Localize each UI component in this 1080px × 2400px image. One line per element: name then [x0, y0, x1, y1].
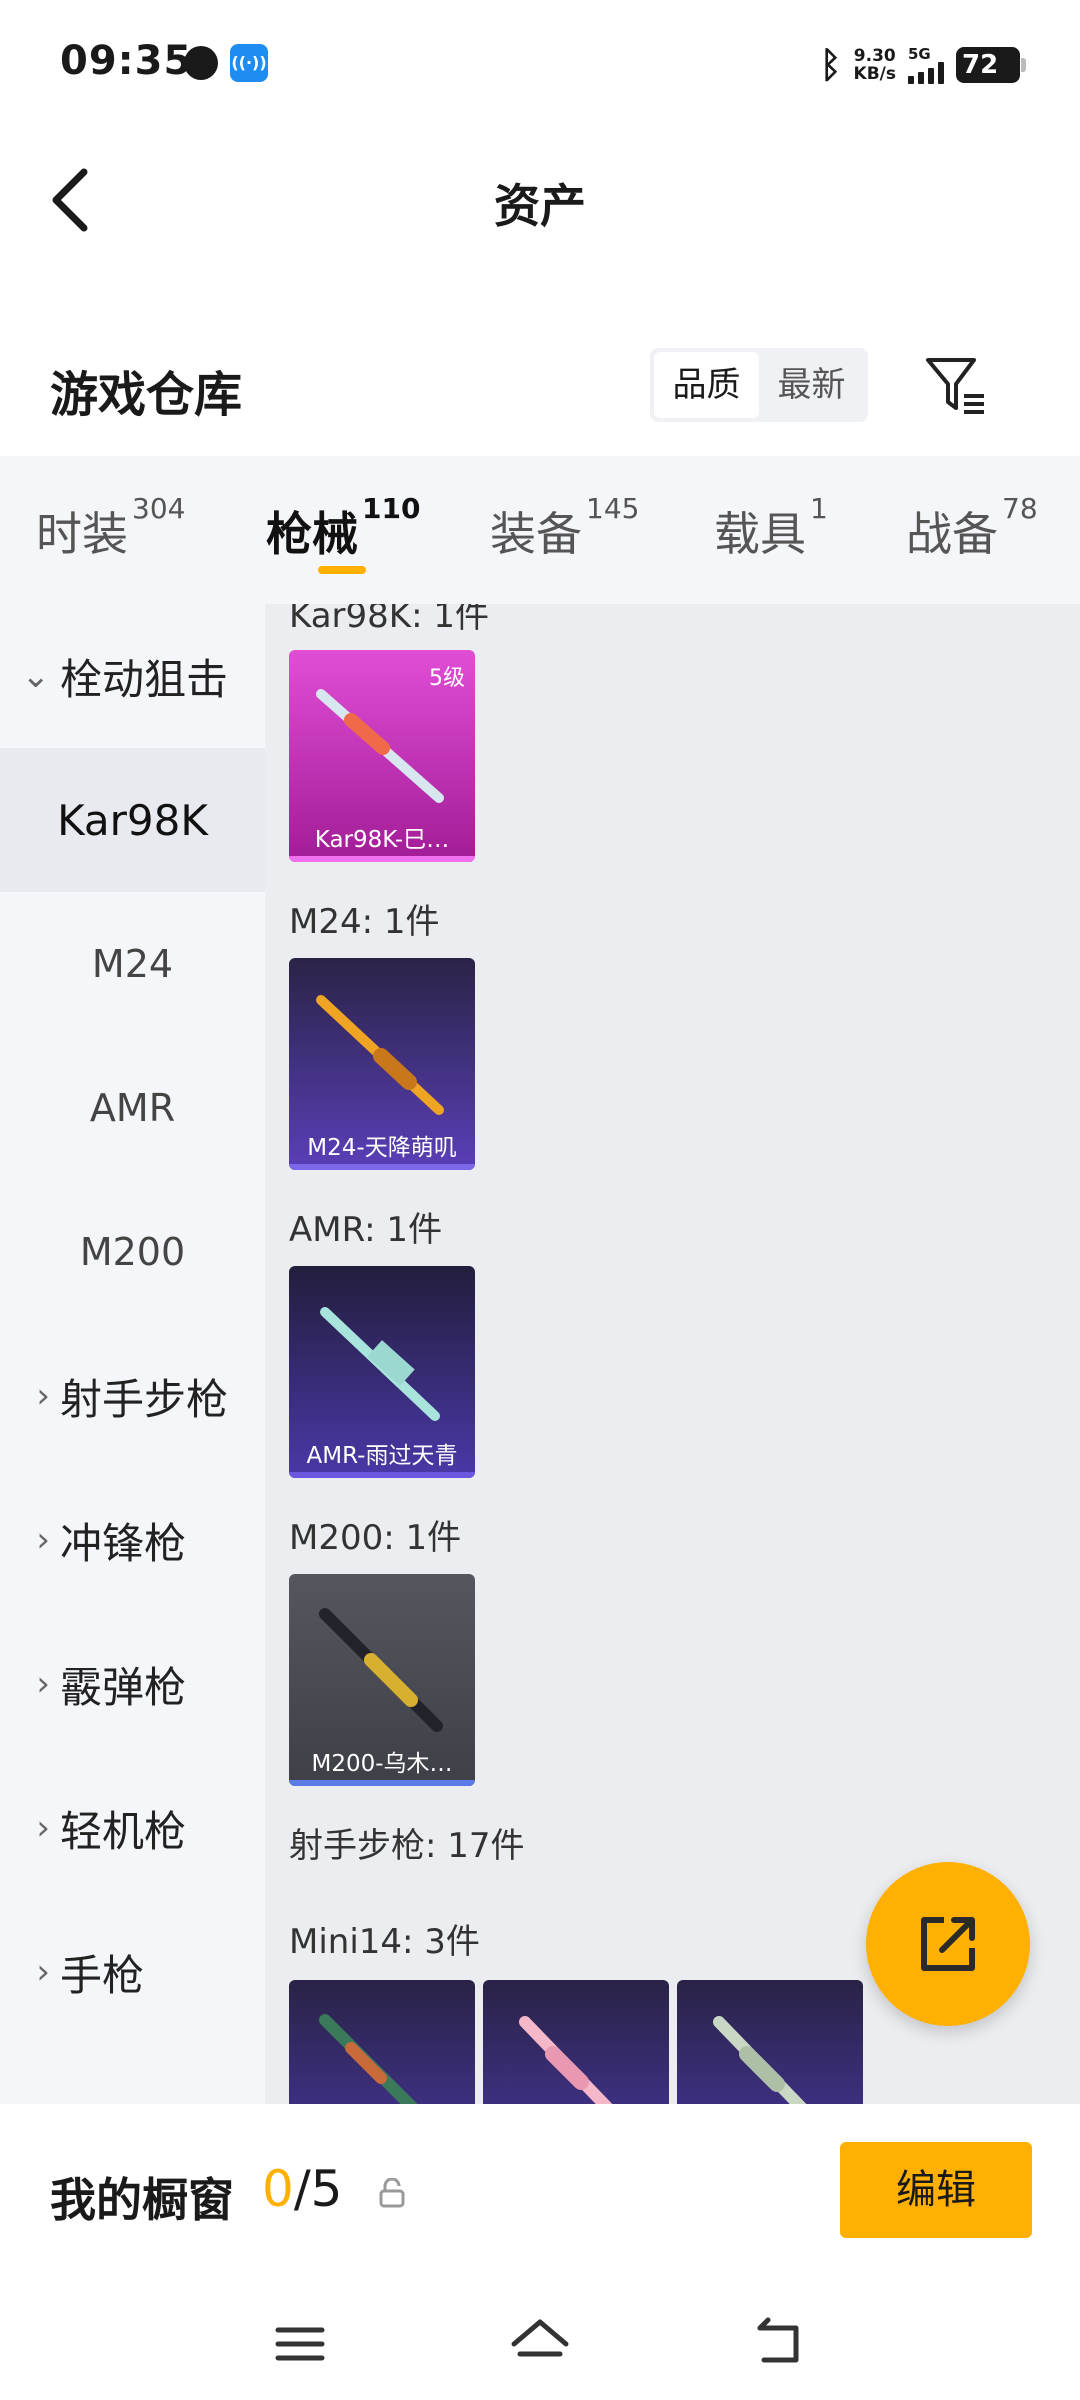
share-icon	[921, 1917, 975, 1971]
group-label-marksman: 射手步枪: 17件	[289, 1826, 525, 1866]
menu-button[interactable]	[260, 2304, 340, 2384]
app-notification-icon	[184, 46, 218, 80]
chevron-down-icon: ⌄	[21, 656, 51, 696]
sidebar-item-m200[interactable]: M200	[0, 1180, 265, 1324]
chevron-right-icon: ›	[36, 1520, 50, 1560]
home-button[interactable]	[500, 2304, 580, 2384]
tab-vehicles[interactable]: 载具 1	[714, 492, 828, 564]
sidebar-item-amr[interactable]: AMR	[0, 1036, 265, 1180]
rifle-icon	[316, 995, 444, 1115]
return-icon	[757, 2317, 799, 2363]
showcase-title: 我的橱窗	[50, 2173, 234, 2227]
filter-button[interactable]	[922, 352, 988, 418]
rifle-icon	[319, 2014, 418, 2104]
filter-icon	[926, 358, 984, 414]
sort-by-newest-button[interactable]: 最新	[759, 352, 864, 418]
signal-icon	[908, 62, 944, 84]
chevron-right-icon: ›	[36, 1664, 50, 1704]
hotspot-icon: ((·))	[230, 44, 268, 82]
sort-toggle: 品质 最新	[650, 348, 868, 422]
status-time: 09:35	[60, 38, 193, 84]
chevron-right-icon: ›	[36, 1376, 50, 1416]
sidebar-item-bolt-action[interactable]: ⌄ 栓动狙击	[0, 604, 265, 748]
rifle-icon	[519, 2016, 613, 2104]
category-tabs: 时装 304 枪械 110 装备 145 载具 1 战备 78	[0, 456, 1080, 604]
group-label-mini14: Mini14: 3件	[289, 1922, 480, 1962]
bluetooth-icon: ᛒ	[819, 44, 842, 86]
weapon-card-label: M200-乌木…	[311, 1751, 453, 1777]
page-title: 资产	[494, 179, 586, 233]
weapon-card-label: AMR-雨过天青	[306, 1443, 458, 1469]
group-label-m24: M24: 1件	[289, 902, 440, 942]
chevron-right-icon: ›	[36, 1952, 50, 1992]
weapon-category-sidebar: ⌄ 栓动狙击 Kar98K M24 AMR M200 › 射手步枪 › 冲锋枪 …	[0, 604, 265, 2104]
lock-icon	[379, 2178, 405, 2208]
weapon-card-mini14[interactable]	[289, 1980, 475, 2104]
sidebar-item-lmg[interactable]: › 轻机枪	[0, 1756, 265, 1900]
sidebar-item-pistol[interactable]: › 手枪	[0, 1900, 265, 2044]
sidebar-item-smg[interactable]: › 冲锋枪	[0, 1468, 265, 1612]
weapon-card-m24[interactable]: M24-天降萌叽	[289, 958, 475, 1170]
rifle-icon	[319, 1608, 443, 1732]
rifle-icon	[713, 2016, 807, 2104]
tab-firearms[interactable]: 枪械 110	[266, 492, 420, 564]
group-label-m200: M200: 1件	[289, 1518, 462, 1558]
share-button[interactable]	[866, 1862, 1030, 2026]
weapon-card-mini14[interactable]	[483, 1980, 669, 2104]
weapon-card-kar98k[interactable]: 5级 Kar98K-巳…	[289, 650, 475, 862]
status-bar: 09:35 ((·)) ᛒ 9.30 KB/s 5G 72	[0, 0, 1080, 130]
cellular-signal: 5G	[908, 46, 944, 84]
warehouse-title: 游戏仓库	[50, 367, 243, 423]
rifle-icon	[320, 1307, 440, 1421]
chevron-right-icon: ›	[36, 1808, 50, 1848]
tab-equipment[interactable]: 装备 145	[490, 492, 639, 564]
home-icon	[511, 2319, 569, 2357]
showcase-bar: 我的橱窗 0/5 编辑	[0, 2104, 1080, 2284]
tab-fashion[interactable]: 时装 304	[36, 492, 185, 564]
sidebar-item-shotgun[interactable]: › 霰弹枪	[0, 1612, 265, 1756]
group-label-amr: AMR: 1件	[289, 1210, 443, 1250]
sidebar-item-kar98k[interactable]: Kar98K	[0, 748, 265, 892]
group-label-kar98k: Kar98K: 1件	[289, 604, 489, 636]
menu-icon	[275, 2327, 325, 2361]
weapon-card-amr[interactable]: AMR-雨过天青	[289, 1266, 475, 1478]
network-speed: 9.30 KB/s	[853, 46, 896, 84]
back-nav-button[interactable]	[740, 2304, 820, 2384]
showcase-count: 0/5	[262, 2160, 343, 2218]
rifle-icon	[316, 689, 444, 803]
tab-supplies[interactable]: 战备 78	[906, 492, 1038, 564]
sort-by-quality-button[interactable]: 品质	[654, 352, 759, 418]
sidebar-item-m24[interactable]: M24	[0, 892, 265, 1036]
sidebar-item-marksman-rifle[interactable]: › 射手步枪	[0, 1324, 265, 1468]
system-nav-bar	[0, 2284, 1080, 2400]
header: 资产	[0, 130, 1080, 270]
weapon-card-label: Kar98K-巳…	[314, 827, 450, 853]
weapon-card-m200[interactable]: M200-乌木…	[289, 1574, 475, 1786]
battery-icon: 72	[956, 47, 1026, 83]
edit-button[interactable]: 编辑	[840, 2142, 1032, 2238]
weapon-card-label: M24-天降萌叽	[307, 1135, 457, 1161]
active-tab-indicator	[318, 566, 366, 574]
weapon-card-mini14[interactable]	[677, 1980, 863, 2104]
